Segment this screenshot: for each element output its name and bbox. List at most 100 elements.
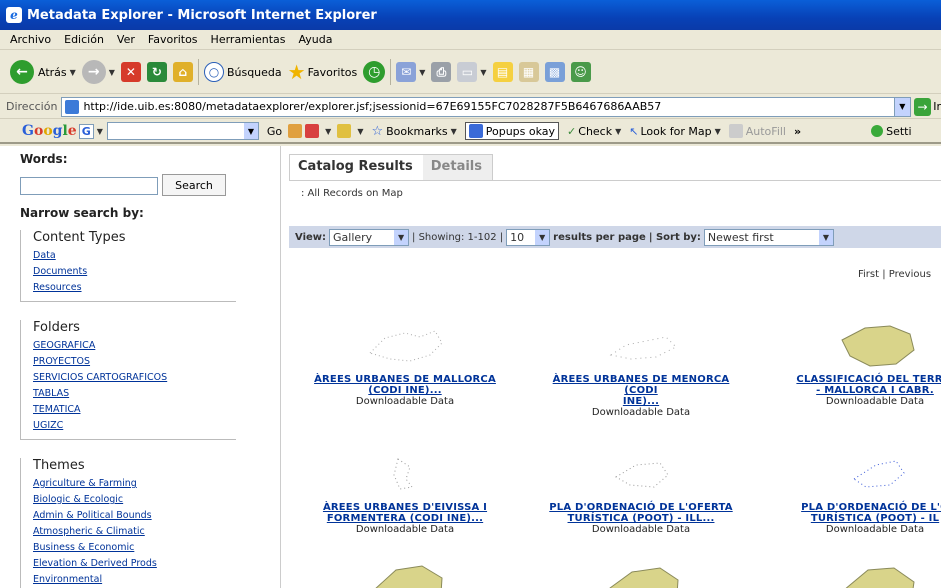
result-thumbnail[interactable] [305, 316, 505, 374]
result-thumbnail[interactable] [541, 444, 741, 502]
discuss-icon[interactable]: ▤ [492, 62, 513, 82]
all-records-on-map-link[interactable]: : All Records on Map [301, 188, 403, 199]
refresh-icon[interactable]: ↻ [146, 62, 167, 82]
chevron-down-icon[interactable]: ▼ [70, 68, 76, 77]
sort-select[interactable]: Newest first ▼ [703, 228, 834, 246]
autofill-button[interactable]: AutoFill [728, 124, 786, 138]
research-icon[interactable]: ▦ [518, 62, 539, 82]
facet-link-admin[interactable]: Admin & Political Bounds [33, 508, 236, 524]
result-thumbnail[interactable] [775, 556, 941, 588]
check-button[interactable]: ✓ Check ▼ [567, 125, 621, 138]
result-title[interactable]: PLA D'ORDENACIÓ DE L'O TURÍSTICA (POOT) -… [775, 502, 941, 524]
edit-icon[interactable]: ▭ [457, 62, 478, 82]
media-icon[interactable]: ▩ [544, 62, 565, 82]
facet-link-tablas[interactable]: TABLAS [33, 386, 236, 402]
facet-link-biologic[interactable]: Biologic & Ecologic [33, 492, 236, 508]
facet-link-tematica[interactable]: TEMATICA [33, 402, 236, 418]
facet-link-environmental[interactable]: Environmental [33, 572, 236, 588]
favorites-button[interactable]: ★ Favoritos [288, 60, 358, 84]
look-for-map-button[interactable]: ↖ Look for Map ▼ [629, 125, 720, 138]
google-g-button[interactable]: G [78, 123, 94, 139]
menu-edicion[interactable]: Edición [64, 33, 104, 46]
pagination[interactable]: First | Previous [858, 269, 931, 280]
chevron-down-icon[interactable]: ▼ [357, 127, 363, 136]
facet-link-documents[interactable]: Documents [33, 264, 236, 280]
search-submit-button[interactable]: Search [162, 174, 226, 196]
highlight-icon[interactable] [337, 124, 352, 138]
result-card[interactable] [775, 556, 941, 588]
result-card[interactable]: PLA D'ORDENACIÓ DE L'OFERTA TURÍSTICA (PO… [541, 444, 741, 535]
result-title[interactable]: CLASSIFICACIÓ DEL TERRIT - MALLORCA I CAB… [775, 374, 941, 396]
history-icon[interactable]: ◷ [363, 61, 386, 83]
menu-herramientas[interactable]: Herramientas [211, 33, 286, 46]
stop-icon[interactable]: ✕ [120, 62, 141, 82]
back-button[interactable]: ← Atrás ▼ [10, 60, 76, 84]
view-select[interactable]: Gallery ▼ [329, 228, 410, 246]
result-thumbnail[interactable] [775, 316, 941, 374]
facet-link-data[interactable]: Data [33, 248, 236, 264]
result-thumbnail[interactable] [541, 556, 741, 588]
menu-ayuda[interactable]: Ayuda [298, 33, 332, 46]
home-icon[interactable]: ⌂ [172, 62, 193, 82]
result-card[interactable]: PLA D'ORDENACIÓ DE L'O TURÍSTICA (POOT) -… [775, 444, 941, 535]
menu-archivo[interactable]: Archivo [10, 33, 51, 46]
facet-link-resources[interactable]: Resources [33, 280, 236, 296]
result-thumbnail[interactable] [541, 316, 741, 374]
result-title[interactable]: ÀREES URBANES D'EIVISSA I FORMENTERA (COD… [305, 502, 505, 524]
chevron-down-icon[interactable]: ▼ [419, 68, 425, 77]
back-label: Atrás [38, 65, 67, 79]
page-icon [65, 99, 80, 114]
result-card[interactable]: CLASSIFICACIÓ DEL TERRIT - MALLORCA I CAB… [775, 316, 941, 407]
menu-favoritos[interactable]: Favoritos [148, 33, 198, 46]
words-input[interactable] [20, 177, 158, 195]
messenger-icon[interactable]: ☺ [570, 62, 591, 82]
forward-button[interactable]: → ▼ [81, 60, 115, 84]
mail-icon[interactable]: ✉ [396, 62, 417, 82]
result-card[interactable] [541, 556, 741, 588]
chevron-down-icon[interactable]: ▼ [893, 97, 910, 116]
facet-link-proyectos[interactable]: PROYECTOS [33, 354, 236, 370]
facet-link-geografica[interactable]: GEOGRAFICA [33, 338, 236, 354]
result-card[interactable]: ÀREES URBANES D'EIVISSA I FORMENTERA (COD… [305, 444, 505, 535]
tab-catalog-results[interactable]: Catalog Results [289, 154, 423, 180]
chevron-down-icon[interactable]: ▼ [243, 123, 258, 139]
menu-ver[interactable]: Ver [117, 33, 135, 46]
result-card[interactable] [305, 556, 505, 588]
result-card[interactable]: ÀREES URBANES DE MALLORCA (CODI INE)... D… [305, 316, 505, 407]
back-arrow-icon: ← [10, 60, 34, 84]
result-card[interactable]: ÀREES URBANES DE MENORCA (CODI INE)... Do… [541, 316, 741, 418]
address-input[interactable]: http://ide.uib.es:8080/metadataexplorer/… [61, 96, 911, 117]
tab-details[interactable]: Details [422, 154, 493, 180]
google-search-input[interactable]: ▼ [106, 122, 259, 140]
facet-link-agriculture[interactable]: Agriculture & Farming [33, 476, 236, 492]
result-thumbnail[interactable] [775, 444, 941, 502]
go-label[interactable]: Ir [933, 100, 941, 113]
chevron-down-icon[interactable]: ▼ [325, 127, 331, 136]
pagerank-icon[interactable] [288, 124, 303, 138]
popups-button[interactable]: Popups okay [464, 122, 560, 140]
facet-link-elevation[interactable]: Elevation & Derived Prods [33, 556, 236, 572]
facet-link-atmospheric[interactable]: Atmospheric & Climatic [33, 524, 236, 540]
result-title[interactable]: PLA D'ORDENACIÓ DE L'OFERTA TURÍSTICA (PO… [541, 502, 741, 524]
facet-link-ugizc[interactable]: UGIZC [33, 418, 236, 434]
result-title[interactable]: ÀREES URBANES DE MENORCA (CODI INE)... [541, 374, 741, 407]
facet-link-servicios[interactable]: SERVICIOS CARTOGRAFICOS [33, 370, 236, 386]
facet-link-business[interactable]: Business & Economic [33, 540, 236, 556]
chevron-down-icon[interactable]: ▼ [109, 68, 115, 77]
chevron-down-icon[interactable]: ▼ [480, 68, 486, 77]
google-logo[interactable]: Google [22, 123, 77, 139]
google-go-button[interactable]: Go [267, 125, 282, 138]
result-type: Downloadable Data [825, 396, 925, 407]
result-thumbnail[interactable] [305, 556, 505, 588]
go-arrow-icon[interactable]: → [913, 97, 932, 116]
bookmarks-button[interactable]: ☆ Bookmarks ▼ [371, 124, 456, 139]
result-title[interactable]: ÀREES URBANES DE MALLORCA (CODI INE)... [305, 374, 505, 396]
chevron-down-icon[interactable]: ▼ [97, 127, 103, 136]
result-thumbnail[interactable] [305, 444, 505, 502]
more-chevron-icon[interactable]: » [794, 125, 801, 138]
search-button[interactable]: ○ Búsqueda [203, 62, 282, 82]
per-page-select[interactable]: 10 ▼ [506, 228, 551, 246]
print-icon[interactable]: ⎙ [431, 62, 452, 82]
news-icon[interactable] [305, 124, 320, 138]
settings-button[interactable]: Setti [871, 125, 912, 138]
